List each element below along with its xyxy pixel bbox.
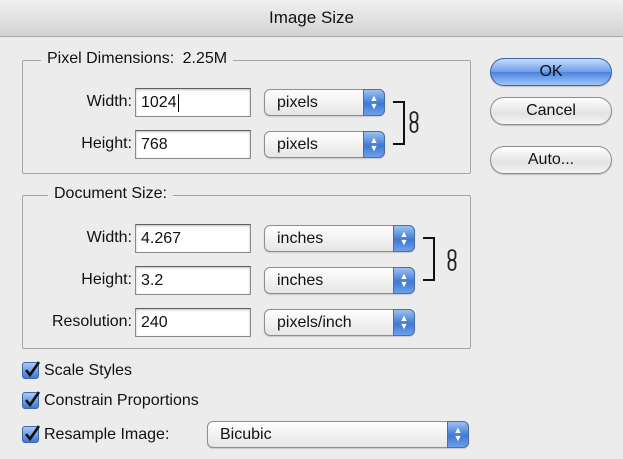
pixel-height-unit-popup[interactable]: pixels ▲ ▼ bbox=[264, 131, 385, 158]
document-width-value: 4.267 bbox=[141, 230, 182, 247]
checkmark-icon bbox=[24, 361, 40, 378]
up-down-arrows-icon: ▲ ▼ bbox=[393, 267, 415, 294]
pixel-height-label: Height: bbox=[81, 135, 132, 152]
resolution-label: Resolution: bbox=[51, 313, 132, 330]
pixel-height-value: 768 bbox=[141, 136, 168, 153]
document-height-unit-popup[interactable]: inches ▲ ▼ bbox=[264, 267, 415, 294]
document-size-legend: Document Size: bbox=[48, 185, 173, 203]
resolution-value: 240 bbox=[141, 314, 168, 331]
pixel-height-unit-value: pixels bbox=[277, 136, 318, 153]
resample-image-checkbox[interactable] bbox=[22, 425, 40, 443]
pixel-dimensions-label: Pixel Dimensions: bbox=[47, 50, 175, 67]
document-width-label: Width: bbox=[86, 229, 132, 246]
pixel-width-label: Width: bbox=[86, 93, 132, 110]
pixel-width-unit-popup[interactable]: pixels ▲ ▼ bbox=[264, 89, 385, 116]
chain-link-icon bbox=[409, 111, 419, 133]
text-caret bbox=[177, 93, 179, 112]
document-height-value: 3.2 bbox=[141, 272, 164, 289]
resample-image-label: Resample Image: bbox=[44, 426, 170, 443]
document-width-unit-popup[interactable]: inches ▲ ▼ bbox=[264, 225, 415, 252]
pixel-width-unit-value: pixels bbox=[277, 94, 318, 111]
constrain-proportions-checkbox[interactable] bbox=[22, 391, 40, 409]
pixel-width-value: 1024 bbox=[141, 94, 177, 111]
pixel-link-bracket bbox=[393, 101, 405, 145]
document-size-label: Document Size: bbox=[54, 185, 167, 202]
pixel-dimensions-legend: Pixel Dimensions: 2.25M bbox=[41, 50, 234, 68]
document-height-unit-value: inches bbox=[277, 272, 324, 289]
checkmark-icon bbox=[24, 425, 40, 442]
pixel-height-field[interactable]: 768 bbox=[135, 130, 251, 159]
auto-button[interactable]: Auto... bbox=[490, 146, 612, 174]
resolution-unit-popup[interactable]: pixels/inch ▲ ▼ bbox=[264, 309, 415, 336]
pixel-width-field[interactable]: 1024 bbox=[135, 88, 251, 117]
pixel-dimensions-size: 2.25M bbox=[182, 50, 228, 67]
up-down-arrows-icon: ▲ ▼ bbox=[393, 225, 415, 252]
up-down-arrows-icon: ▲ ▼ bbox=[393, 309, 415, 336]
resolution-field[interactable]: 240 bbox=[135, 308, 251, 337]
resample-method-popup[interactable]: Bicubic ▲ ▼ bbox=[207, 421, 469, 448]
document-height-field[interactable]: 3.2 bbox=[135, 266, 251, 295]
constrain-proportions-label: Constrain Proportions bbox=[44, 392, 199, 409]
scale-styles-checkbox[interactable] bbox=[22, 361, 40, 379]
document-width-unit-value: inches bbox=[277, 230, 324, 247]
up-down-arrows-icon: ▲ ▼ bbox=[363, 131, 385, 158]
window-title: Image Size bbox=[268, 8, 355, 27]
document-height-label: Height: bbox=[81, 271, 132, 288]
resample-method-value: Bicubic bbox=[220, 426, 272, 443]
cancel-button[interactable]: Cancel bbox=[490, 97, 612, 125]
up-down-arrows-icon: ▲ ▼ bbox=[447, 421, 469, 448]
ok-button[interactable]: OK bbox=[490, 58, 612, 86]
resolution-unit-value: pixels/inch bbox=[277, 314, 352, 331]
window-title-bar: Image Size bbox=[0, 0, 623, 37]
up-down-arrows-icon: ▲ ▼ bbox=[363, 89, 385, 116]
document-width-field[interactable]: 4.267 bbox=[135, 224, 251, 253]
scale-styles-label: Scale Styles bbox=[44, 362, 133, 379]
document-link-bracket bbox=[423, 237, 435, 281]
chain-link-icon bbox=[447, 249, 457, 271]
checkmark-icon bbox=[24, 391, 40, 408]
